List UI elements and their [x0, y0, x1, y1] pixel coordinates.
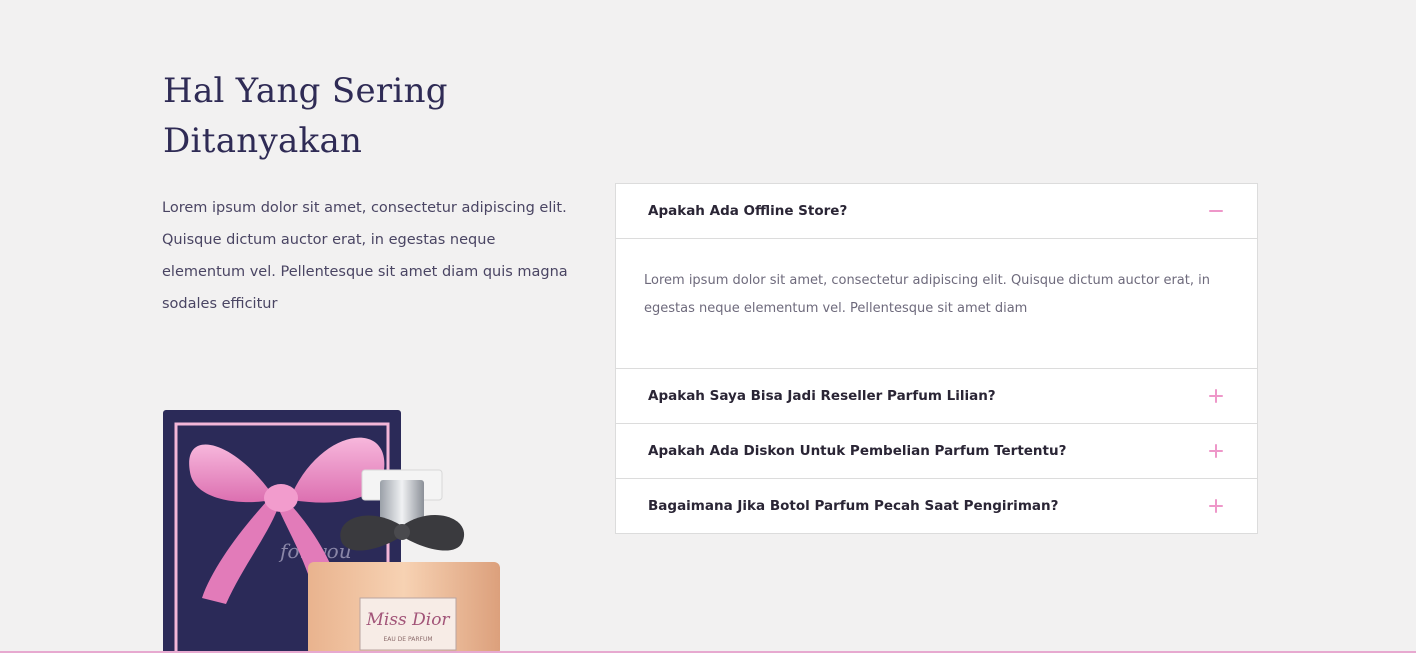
faq-question-toggle[interactable]: Apakah Saya Bisa Jadi Reseller Parfum Li…	[616, 369, 1257, 423]
faq-item: Bagaimana Jika Botol Parfum Pecah Saat P…	[615, 478, 1258, 534]
faq-question-toggle[interactable]: Apakah Ada Diskon Untuk Pembelian Parfum…	[616, 424, 1257, 478]
faq-question: Bagaimana Jika Botol Parfum Pecah Saat P…	[648, 498, 1059, 514]
faq-item: Apakah Saya Bisa Jadi Reseller Parfum Li…	[615, 368, 1258, 424]
faq-answer-panel: Lorem ipsum dolor sit amet, consectetur …	[616, 238, 1257, 368]
bottle-brand-label: Miss Dior	[365, 610, 450, 630]
faq-heading: Hal Yang Sering Ditanyakan	[163, 71, 448, 161]
faq-question: Apakah Saya Bisa Jadi Reseller Parfum Li…	[648, 388, 996, 404]
minus-icon[interactable]	[1208, 203, 1224, 219]
faq-intro-text: Lorem ipsum dolor sit amet, consectetur …	[162, 200, 568, 312]
plus-icon[interactable]	[1208, 443, 1224, 459]
perfume-product-image: for you Miss Dior EAU DE PARFUM	[163, 410, 500, 653]
faq-question-toggle[interactable]: Bagaimana Jika Botol Parfum Pecah Saat P…	[616, 479, 1257, 533]
faq-question: Apakah Ada Diskon Untuk Pembelian Parfum…	[648, 443, 1067, 459]
faq-answer: Lorem ipsum dolor sit amet, consectetur …	[644, 273, 1210, 316]
bottle-subtitle-label: EAU DE PARFUM	[383, 636, 432, 643]
faq-item: Apakah Ada Offline Store? Lorem ipsum do…	[615, 183, 1258, 369]
plus-icon[interactable]	[1208, 388, 1224, 404]
faq-question-toggle[interactable]: Apakah Ada Offline Store?	[616, 184, 1257, 238]
faq-question: Apakah Ada Offline Store?	[648, 203, 848, 219]
faq-accordion: Apakah Ada Offline Store? Lorem ipsum do…	[615, 183, 1258, 534]
faq-item: Apakah Ada Diskon Untuk Pembelian Parfum…	[615, 423, 1258, 479]
plus-icon[interactable]	[1208, 498, 1224, 514]
